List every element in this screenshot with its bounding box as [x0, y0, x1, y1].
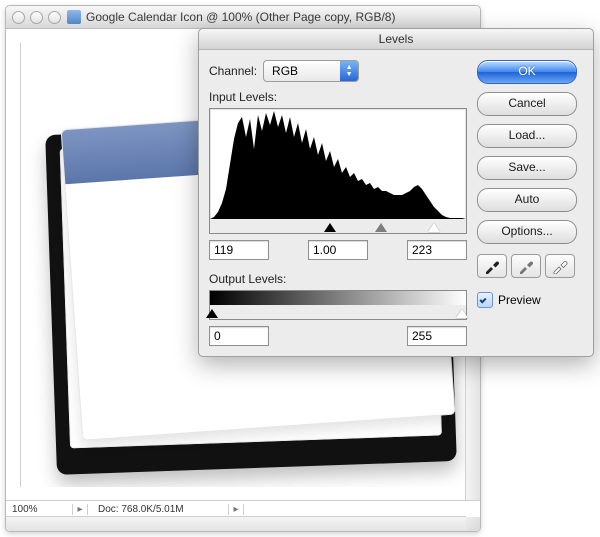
- options-button[interactable]: Options...: [477, 220, 577, 244]
- load-button[interactable]: Load...: [477, 124, 577, 148]
- preview-checkbox[interactable]: [477, 292, 493, 308]
- zoom-icon[interactable]: [48, 11, 61, 24]
- zoom-field[interactable]: 100%: [6, 504, 73, 515]
- histogram: [209, 108, 467, 234]
- output-slider-track[interactable]: [210, 305, 466, 319]
- window-controls: [12, 11, 61, 24]
- input-slider-track[interactable]: [210, 219, 466, 233]
- highlight-input[interactable]: [407, 240, 467, 260]
- midtone-input[interactable]: [308, 240, 368, 260]
- channel-value: RGB: [264, 64, 340, 78]
- input-levels-label: Input Levels:: [209, 90, 467, 104]
- output-gradient: [209, 290, 467, 320]
- auto-button[interactable]: Auto: [477, 188, 577, 212]
- doc-info[interactable]: Doc: 768.0K/5.01M: [88, 504, 229, 515]
- scrollbar-horizontal[interactable]: [6, 516, 466, 531]
- white-eyedropper-button[interactable]: [545, 254, 575, 278]
- resize-corner[interactable]: [466, 517, 480, 531]
- ruler-vertical[interactable]: [6, 43, 21, 487]
- save-button[interactable]: Save...: [477, 156, 577, 180]
- output-low-input[interactable]: [209, 326, 269, 346]
- output-levels-label: Output Levels:: [209, 272, 467, 286]
- channel-label: Channel:: [209, 64, 257, 78]
- preview-label: Preview: [498, 293, 541, 307]
- select-stepper-icon: ▲▼: [340, 61, 358, 81]
- cancel-button[interactable]: Cancel: [477, 92, 577, 116]
- document-file-icon: [67, 10, 81, 24]
- channel-select[interactable]: RGB ▲▼: [263, 60, 359, 82]
- shadow-input[interactable]: [209, 240, 269, 260]
- midtone-slider[interactable]: [375, 223, 387, 232]
- doc-info-arrow-icon[interactable]: ▸: [229, 504, 244, 515]
- eyedropper-gray-icon: [518, 258, 534, 274]
- output-high-slider[interactable]: [456, 309, 468, 318]
- histogram-icon: [210, 109, 466, 219]
- status-popup-icon[interactable]: ▸: [73, 504, 88, 515]
- ok-button[interactable]: OK: [477, 60, 577, 84]
- eyedropper-black-icon: [484, 258, 500, 274]
- titlebar[interactable]: Google Calendar Icon @ 100% (Other Page …: [6, 6, 480, 29]
- shadow-slider[interactable]: [324, 223, 336, 232]
- levels-dialog[interactable]: Levels Channel: RGB ▲▼ Input Levels:: [198, 28, 594, 357]
- output-low-slider[interactable]: [206, 309, 218, 318]
- dialog-title[interactable]: Levels: [199, 29, 593, 50]
- highlight-slider[interactable]: [428, 223, 440, 232]
- gray-eyedropper-button[interactable]: [511, 254, 541, 278]
- document-title: Google Calendar Icon @ 100% (Other Page …: [86, 10, 395, 24]
- eyedropper-white-icon: [552, 258, 568, 274]
- status-bar: 100% ▸ Doc: 768.0K/5.01M ▸: [6, 500, 480, 517]
- black-eyedropper-button[interactable]: [477, 254, 507, 278]
- output-high-input[interactable]: [407, 326, 467, 346]
- close-icon[interactable]: [12, 11, 25, 24]
- minimize-icon[interactable]: [30, 11, 43, 24]
